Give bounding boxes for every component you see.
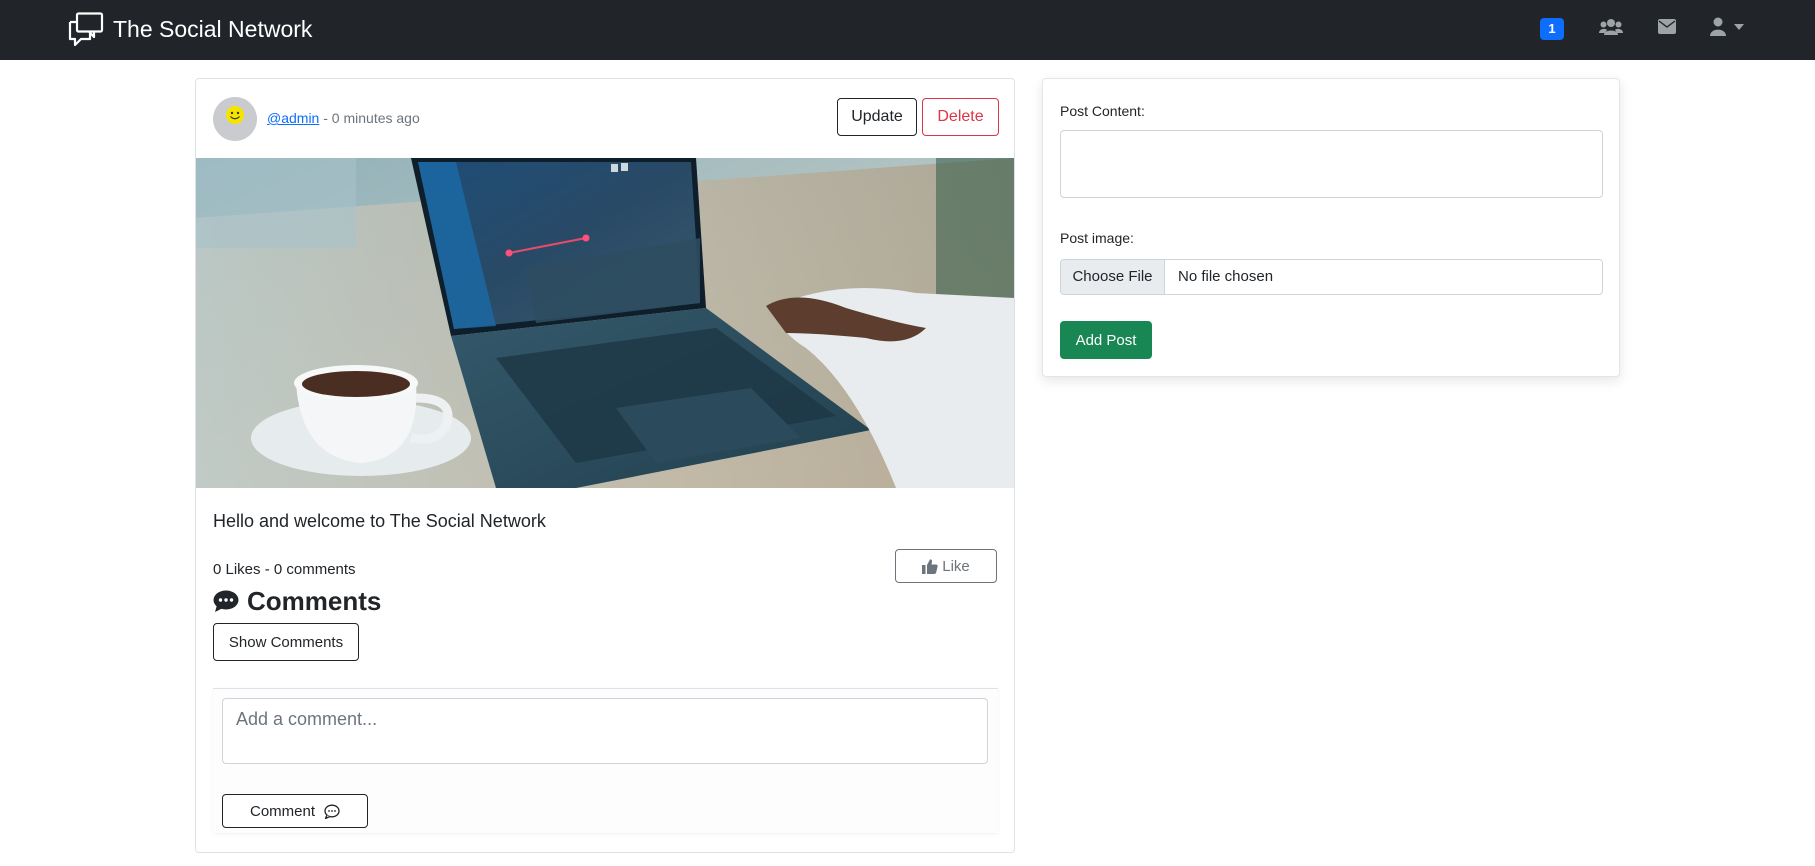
author-link[interactable]: @admin xyxy=(267,110,319,126)
meta-separator: - xyxy=(319,110,332,126)
brand-name: The Social Network xyxy=(113,16,313,42)
post-image xyxy=(196,158,1014,488)
show-comments-button[interactable]: Show Comments xyxy=(213,623,359,661)
post-image-label: Post image: xyxy=(1060,230,1134,246)
brand-link[interactable]: The Social Network xyxy=(68,12,312,46)
top-navbar: The Social Network 1 xyxy=(0,0,1815,60)
speech-bubble-icon xyxy=(213,590,239,612)
add-post-button[interactable]: Add Post xyxy=(1060,321,1152,359)
delete-button[interactable]: Delete xyxy=(922,98,999,136)
user-icon[interactable] xyxy=(1709,17,1727,36)
post-timestamp: 0 minutes ago xyxy=(331,110,420,126)
notification-badge[interactable]: 1 xyxy=(1540,18,1564,40)
chat-bubbles-logo-icon xyxy=(68,12,104,46)
post-stats: 0 Likes - 0 comments xyxy=(213,561,356,578)
avatar[interactable] xyxy=(213,97,257,141)
like-button[interactable]: Like xyxy=(895,549,997,583)
like-label: Like xyxy=(942,557,970,575)
choose-file-button[interactable]: Choose File xyxy=(1061,260,1165,294)
smiley-avatar-icon xyxy=(213,97,257,141)
post-content-input[interactable] xyxy=(1060,130,1603,198)
new-post-form: Post Content: Post image: Choose File No… xyxy=(1042,78,1620,377)
comment-submit-button[interactable]: Comment xyxy=(222,794,368,828)
post-card: @admin - 0 minutes ago Update Delete Hel… xyxy=(195,78,1015,853)
post-meta: @admin - 0 minutes ago xyxy=(267,109,420,127)
comments-heading: Comments xyxy=(213,583,381,619)
post-image-file-input[interactable]: Choose File No file chosen xyxy=(1060,259,1603,295)
update-button[interactable]: Update xyxy=(837,98,917,136)
comment-input[interactable] xyxy=(222,698,988,764)
post-content-label: Post Content: xyxy=(1060,103,1145,119)
chat-dots-icon xyxy=(324,804,340,819)
file-status: No file chosen xyxy=(1178,268,1274,285)
friends-icon[interactable] xyxy=(1599,17,1623,37)
comment-form: Comment xyxy=(213,688,998,833)
comments-heading-text: Comments xyxy=(247,586,382,616)
comment-button-label: Comment xyxy=(249,802,316,820)
thumbs-up-icon xyxy=(922,558,938,574)
post-content: Hello and welcome to The Social Network xyxy=(213,511,546,531)
caret-down-icon[interactable] xyxy=(1734,24,1744,30)
envelope-icon[interactable] xyxy=(1658,19,1676,34)
